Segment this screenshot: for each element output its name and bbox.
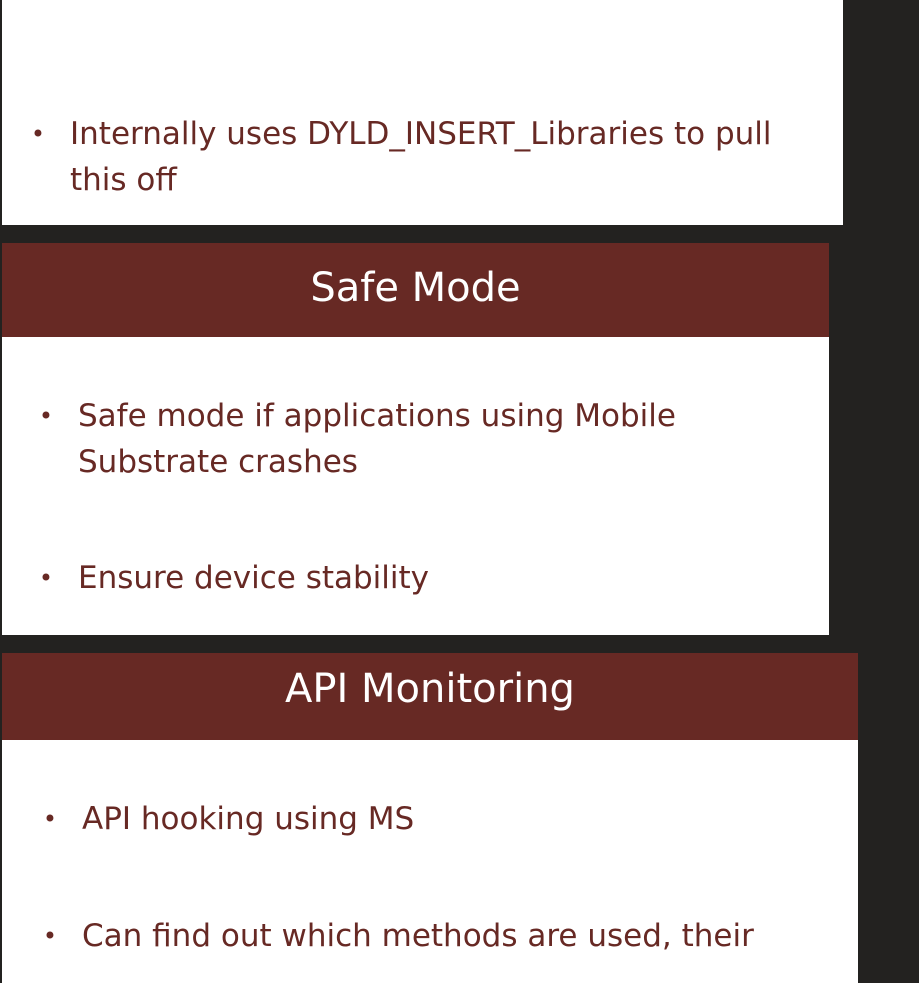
bullet-text: Safe mode if applications using Mobile S… bbox=[78, 398, 676, 480]
bullet-list: • API hooking using MS • Can find out wh… bbox=[38, 796, 838, 959]
bullet-dot-icon: • bbox=[42, 805, 58, 833]
bullet-list: • Safe mode if applications using Mobile… bbox=[34, 393, 814, 601]
slide-panel: Safe Mode • Safe mode if applications us… bbox=[2, 243, 829, 635]
bullet-text: Internally uses DYLD_INSERT_Libraries to… bbox=[70, 116, 772, 198]
bullet-dot-icon: • bbox=[38, 402, 54, 430]
bullet-dot-icon: • bbox=[38, 564, 54, 592]
bullet-text: Can find out which methods are used, the… bbox=[82, 918, 754, 954]
bullet-item: • Safe mode if applications using Mobile… bbox=[34, 393, 814, 485]
slide-panel: • Internally uses DYLD_INSERT_Libraries … bbox=[2, 0, 843, 225]
bullet-text: Ensure device stability bbox=[78, 560, 430, 596]
bullet-list: • Internally uses DYLD_INSERT_Libraries … bbox=[26, 111, 826, 203]
bullet-item: • Ensure device stability bbox=[34, 555, 814, 601]
bullet-dot-icon: • bbox=[42, 922, 58, 950]
bullet-item: • API hooking using MS bbox=[38, 796, 838, 842]
bullet-item: • Internally uses DYLD_INSERT_Libraries … bbox=[26, 111, 826, 203]
bullet-dot-icon: • bbox=[30, 120, 46, 148]
slide-title: Safe Mode bbox=[2, 243, 829, 337]
slide-title: API Monitoring bbox=[2, 653, 858, 740]
bullet-text: API hooking using MS bbox=[82, 801, 415, 837]
slide-panel: API Monitoring • API hooking using MS • … bbox=[2, 653, 858, 983]
bullet-item: • Can find out which methods are used, t… bbox=[38, 913, 838, 959]
